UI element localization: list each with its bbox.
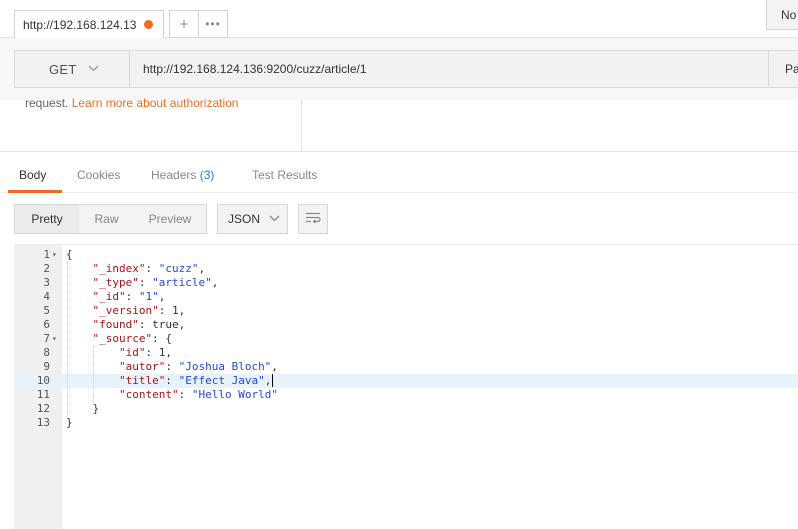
format-select[interactable]: JSON [217, 204, 288, 234]
line-number: 9 [43, 360, 50, 373]
request-tab[interactable]: http://192.168.124.13 [14, 10, 164, 38]
line-number: 5 [43, 304, 50, 317]
environment-select[interactable]: No [766, 0, 798, 30]
code-line: 11 "content": "Hello World" [14, 388, 798, 402]
line-number: 2 [43, 262, 50, 275]
unsaved-dot-icon [144, 20, 153, 29]
wrap-lines-icon [305, 212, 321, 227]
line-number: 4 [43, 290, 50, 303]
code-text: "_source": { [92, 332, 172, 345]
wrap-lines-button[interactable] [298, 204, 328, 234]
tab-body[interactable]: Body [19, 168, 46, 182]
line-number: 6 [43, 318, 50, 331]
tab-cookies[interactable]: Cookies [77, 168, 120, 182]
tab-headers[interactable]: Headers (3) [151, 168, 214, 182]
request-tab-title: http://192.168.124.13 [23, 17, 137, 32]
headers-count-badge: (3) [199, 168, 215, 182]
url-input[interactable]: http://192.168.124.136:9200/cuzz/article… [129, 50, 769, 88]
code-line: 5 "_version": 1, [14, 304, 798, 318]
chevron-down-icon [269, 213, 280, 225]
indent-guide [67, 262, 68, 416]
line-number: 1 [43, 248, 50, 261]
line-number: 8 [43, 346, 50, 359]
code-line: 9 "autor": "Joshua Bloch", [14, 360, 798, 374]
code-line: 3 "_type": "article", [14, 276, 798, 290]
code-text: } [66, 416, 73, 429]
params-button[interactable]: Pa [769, 50, 798, 88]
tab-test-results[interactable]: Test Results [252, 168, 317, 182]
code-text: "id": 1, [118, 346, 172, 359]
code-text: { [66, 248, 73, 261]
auth-help-prefix: request. [25, 96, 72, 110]
code-text: "_index": "cuzz", [92, 262, 206, 275]
response-toolbar: Pretty Raw Preview JSON [0, 194, 798, 244]
view-preview-button[interactable]: Preview [134, 205, 206, 233]
method-select[interactable]: GET [14, 50, 130, 88]
indent-guide [93, 346, 94, 402]
auth-help-text: request. Learn more about authorization [25, 96, 238, 110]
auth-help-panel: request. Learn more about authorization [14, 96, 302, 152]
request-bar: GET http://192.168.124.136:9200/cuzz/art… [0, 38, 798, 100]
more-tabs-button[interactable]: ••• [199, 10, 228, 38]
fold-toggle-icon[interactable]: ▾ [52, 332, 57, 346]
code-line: 8 "id": 1, [14, 346, 798, 360]
code-text: } [92, 402, 100, 415]
tab-bar: http://192.168.124.13 + ••• No [0, 0, 798, 38]
view-mode-group: Pretty Raw Preview [14, 204, 207, 234]
code-line: 10 "title": "Effect Java", [14, 374, 798, 388]
view-raw-button[interactable]: Raw [79, 205, 134, 233]
tab-headers-label: Headers [151, 168, 197, 182]
code-text: "_version": 1, [92, 304, 186, 317]
response-tabs: Body Cookies Headers (3) Test Results [0, 153, 798, 193]
method-label: GET [49, 61, 77, 77]
fold-toggle-icon[interactable]: ▾ [52, 248, 57, 262]
code-text: "found": true, [92, 318, 186, 331]
line-number: 11 [36, 388, 50, 401]
line-number: 13 [36, 416, 50, 429]
code-line: 13} [14, 416, 798, 430]
code-line: 6 "found": true, [14, 318, 798, 332]
line-number: 12 [36, 402, 50, 415]
code-line: 12 } [14, 402, 798, 416]
code-line: 7 ▾ "_source": { [14, 332, 798, 346]
line-number: 10 [36, 374, 50, 387]
auth-learn-more-link[interactable]: Learn more about authorization [72, 96, 239, 110]
response-body-editor[interactable]: 1 ▾{2 "_index": "cuzz", 3 "_type": "articl… [14, 244, 798, 529]
format-label: JSON [228, 212, 261, 226]
code-line: 4 "_id": "1", [14, 290, 798, 304]
line-number: 3 [43, 276, 50, 289]
active-tab-underline [8, 190, 62, 193]
text-cursor [272, 374, 274, 387]
code-text: "autor": "Joshua Bloch", [118, 360, 278, 373]
chevron-down-icon [88, 63, 99, 75]
auth-panel: request. Learn more about authorization [0, 96, 798, 152]
code-text: "content": "Hello World" [118, 388, 278, 401]
code-text: "_id": "1", [92, 290, 166, 303]
code-line: 2 "_index": "cuzz", [14, 262, 798, 276]
view-pretty-button[interactable]: Pretty [15, 205, 79, 233]
code-line: 1 ▾ { [14, 248, 798, 262]
code-text: "title": "Effect Java", [118, 374, 274, 387]
new-tab-button[interactable]: + [169, 10, 199, 38]
code-text: "_type": "article", [92, 276, 219, 289]
line-number: 7 [43, 332, 50, 345]
